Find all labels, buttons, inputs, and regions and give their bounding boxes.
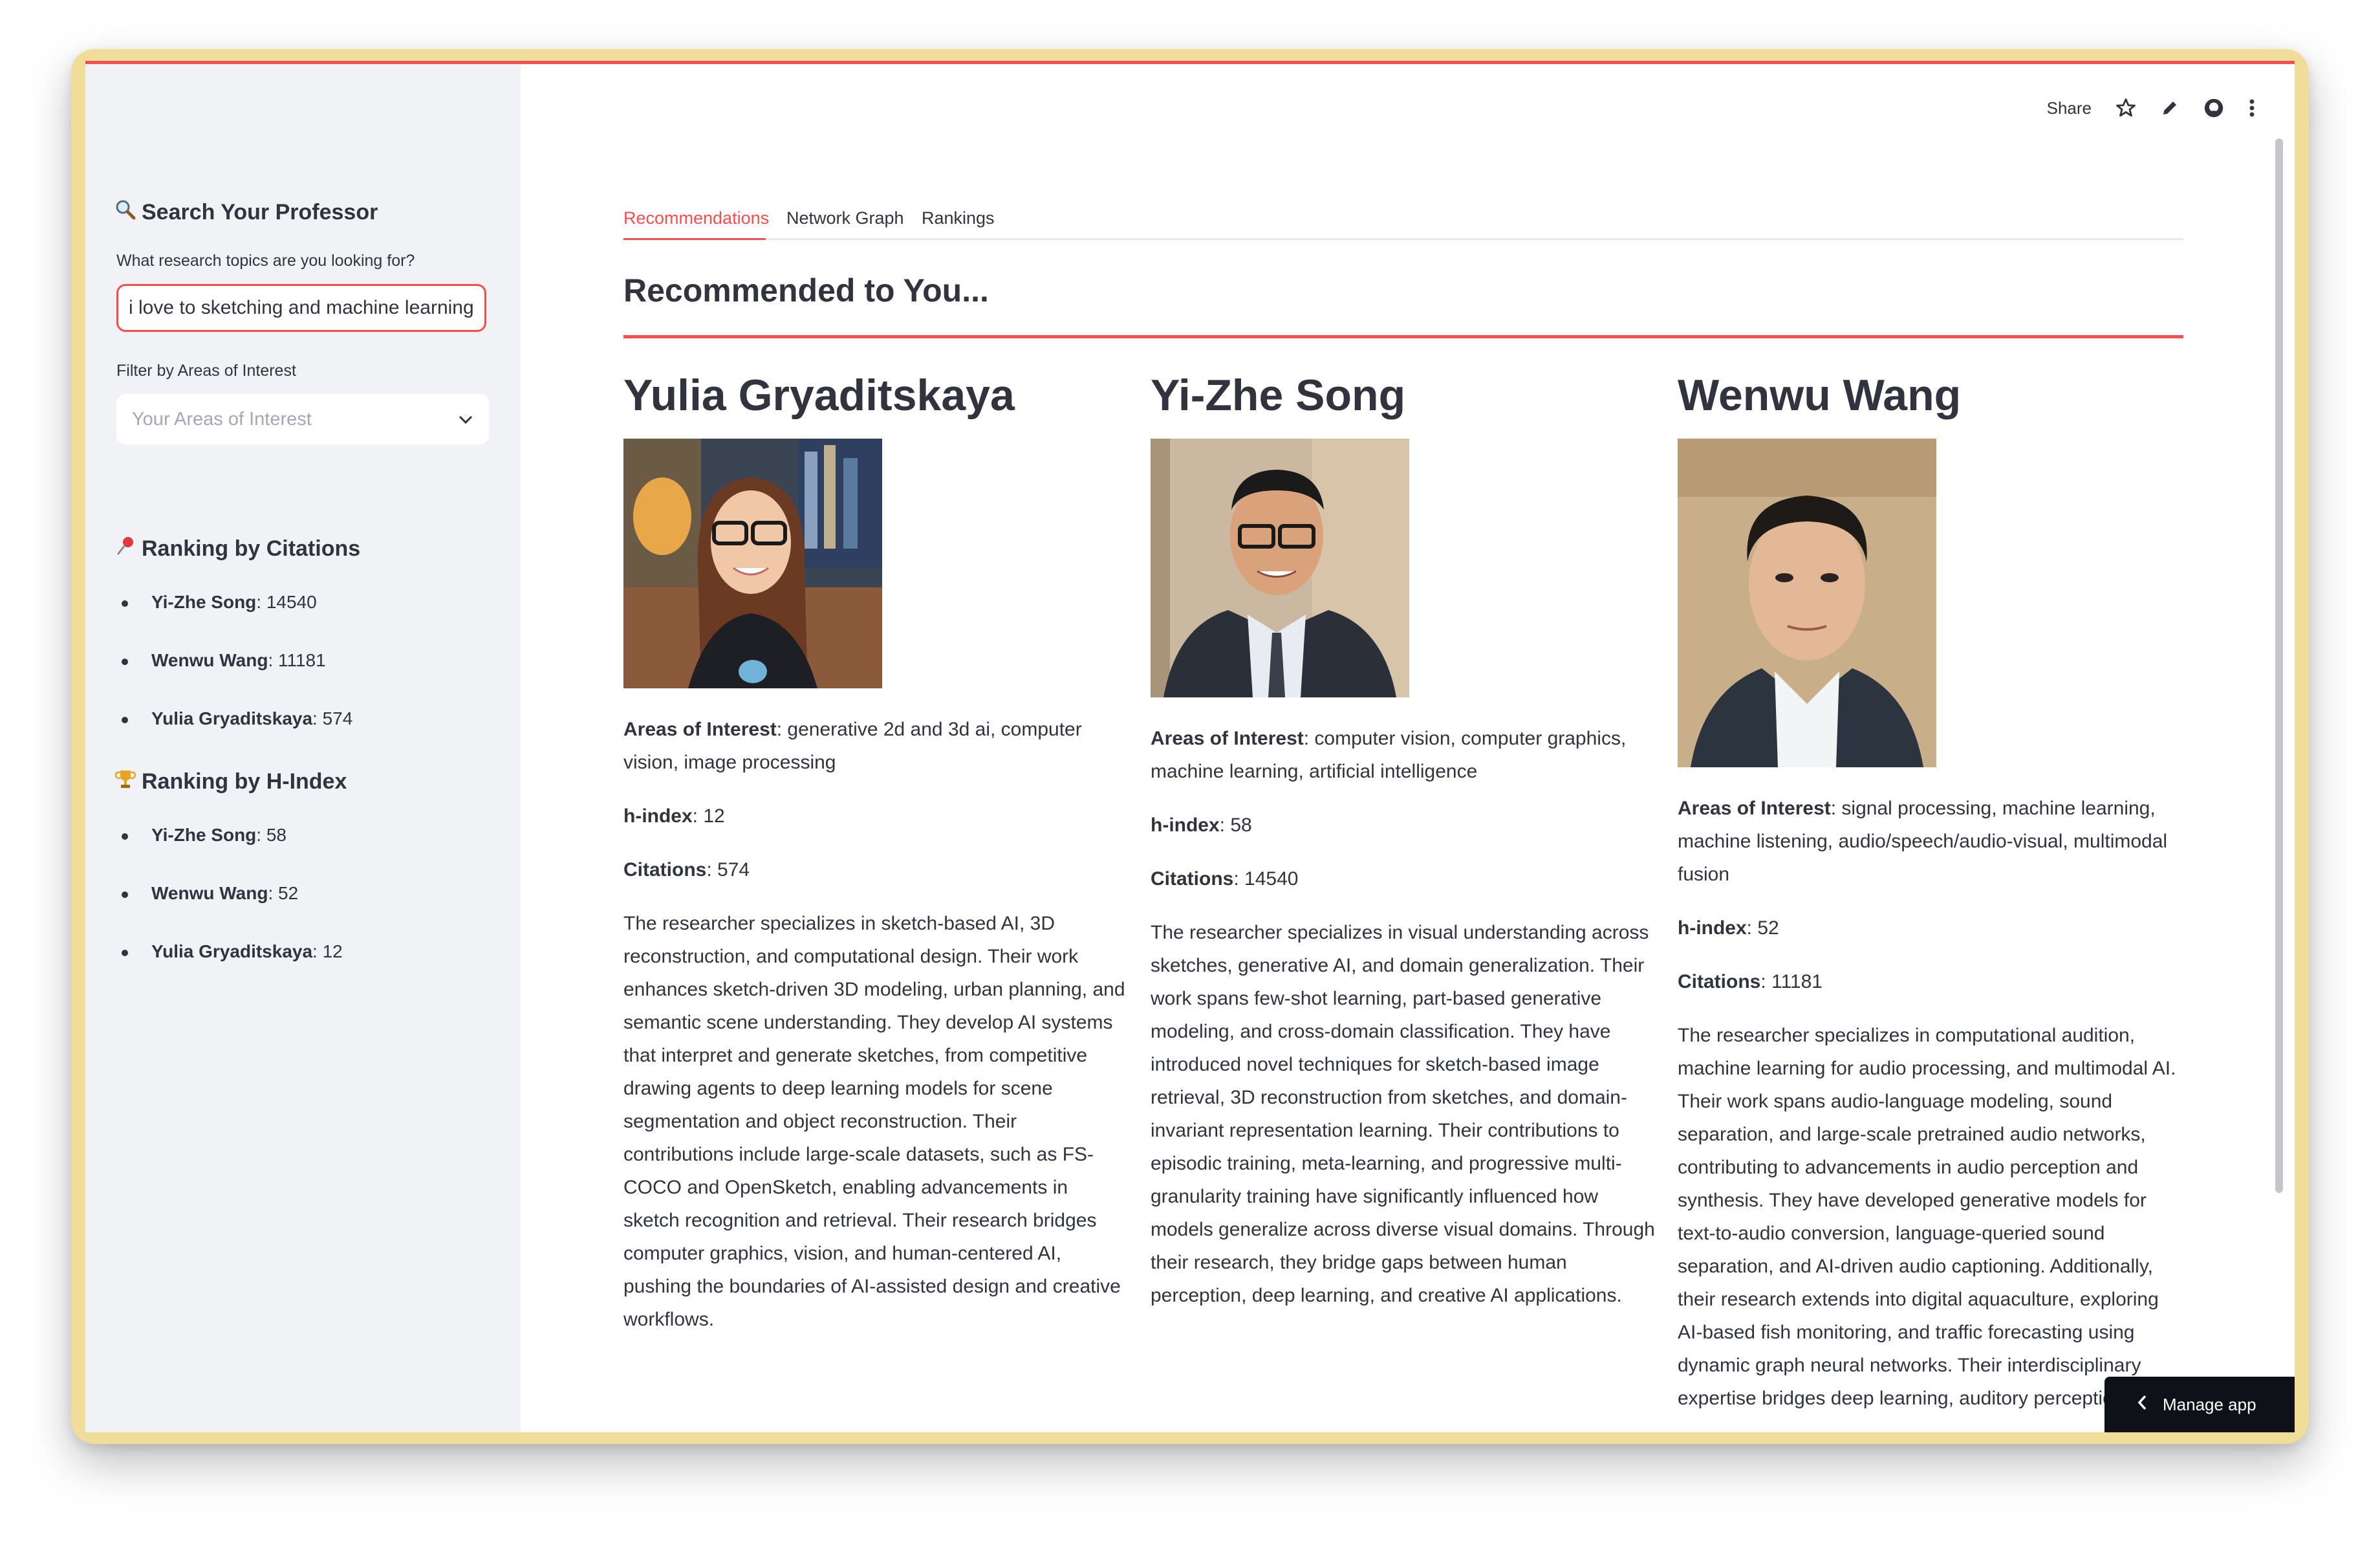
hindex-rank-item: Wenwu Wang: 52 (122, 883, 298, 904)
hindex-rank-item: Yi-Zhe Song: 58 (122, 825, 287, 846)
filter-placeholder: Your Areas of Interest (132, 408, 312, 430)
scrollbar[interactable] (2275, 138, 2283, 1193)
search-label: What research topics are you looking for… (116, 252, 415, 270)
star-icon[interactable] (2115, 97, 2137, 119)
professor-photo (1678, 439, 1936, 768)
professor-card: Yulia Gryaditskaya Areas of Interest: ge… (623, 370, 1128, 1336)
manage-app-button[interactable]: Manage app (2104, 1377, 2295, 1432)
professor-name: Yulia Gryaditskaya (623, 371, 1015, 420)
hindex-ranking-heading: Ranking by H-Index (114, 768, 347, 796)
chevron-down-icon (458, 409, 473, 430)
more-vert-icon[interactable] (2248, 97, 2256, 119)
active-tab-indicator (623, 238, 766, 240)
search-input[interactable] (116, 284, 486, 332)
research-bio: The researcher specializes in sketch-bas… (623, 913, 1125, 1331)
citation-rank-item: Wenwu Wang: 11181 (122, 650, 326, 671)
app-window: Search Your Professor What research topi… (85, 61, 2295, 1432)
professor-photo (623, 439, 882, 689)
h-index: h-index: 58 (1151, 814, 1252, 836)
professor-photo (1151, 439, 1409, 698)
citations: Citations: 11181 (1678, 971, 1823, 993)
professor-name: Yi-Zhe Song (1151, 371, 1406, 420)
professor-card: Yi-Zhe Song Areas of Interest: computer … (1151, 370, 1655, 1312)
tab-network-graph[interactable]: Network Graph (786, 208, 904, 228)
areas-filter-select[interactable]: Your Areas of Interest (116, 394, 489, 444)
professor-name: Wenwu Wang (1678, 371, 1962, 420)
professor-card: Wenwu Wang Areas of Interest: signal pro… (1678, 370, 2182, 1415)
h-index: h-index: 52 (1678, 917, 1779, 939)
title-divider (623, 335, 2183, 338)
github-icon[interactable] (2203, 97, 2225, 119)
pencil-icon[interactable] (2160, 98, 2180, 118)
pushpin-icon (114, 535, 136, 563)
research-bio: The researcher specializes in visual und… (1151, 922, 1655, 1307)
tab-bar: Recommendations Network Graph Rankings (623, 199, 2183, 240)
chevron-left-icon (2137, 1394, 2147, 1415)
search-heading: Search Your Professor (114, 199, 378, 226)
trophy-icon (114, 768, 136, 796)
citation-rank-item: Yi-Zhe Song: 14540 (122, 592, 317, 613)
citations-ranking-heading: Ranking by Citations (114, 535, 360, 563)
h-index: h-index: 12 (623, 805, 725, 827)
manage-app-label: Manage app (2163, 1394, 2256, 1414)
hindex-rank-item: Yulia Gryaditskaya: 12 (122, 941, 343, 962)
share-button[interactable]: Share (2047, 98, 2092, 118)
sidebar: Search Your Professor What research topi… (85, 64, 521, 1432)
areas-of-interest: Areas of Interest: signal processing, ma… (1678, 798, 2168, 886)
tab-rankings[interactable]: Rankings (922, 208, 995, 228)
citations: Citations: 14540 (1151, 868, 1299, 890)
citations-heading-text: Ranking by Citations (142, 536, 361, 561)
search-heading-text: Search Your Professor (142, 200, 378, 224)
areas-of-interest: Areas of Interest: computer vision, comp… (1151, 728, 1627, 783)
citations: Citations: 574 (623, 859, 750, 881)
areas-of-interest: Areas of Interest: generative 2d and 3d … (623, 719, 1082, 774)
citation-rank-item: Yulia Gryaditskaya: 574 (122, 708, 352, 729)
top-toolbar: Share (2047, 97, 2256, 119)
research-bio: The researcher specializes in computatio… (1678, 1025, 2176, 1410)
hindex-heading-text: Ranking by H-Index (142, 769, 347, 794)
tab-recommendations[interactable]: Recommendations (623, 208, 769, 228)
filter-label: Filter by Areas of Interest (116, 362, 296, 380)
page-title: Recommended to You... (623, 272, 989, 309)
magnifier-icon (114, 199, 136, 226)
